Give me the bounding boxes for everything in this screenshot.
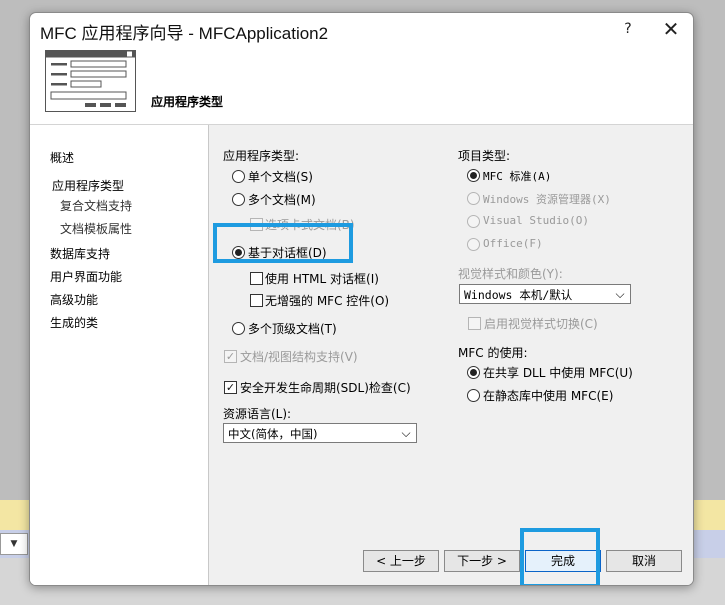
- ide-dropdown-arrow-icon[interactable]: ▼: [0, 533, 28, 555]
- nav-item-compound-doc[interactable]: 复合文档支持: [60, 197, 132, 214]
- nav-item-doc-template[interactable]: 文档模板属性: [60, 220, 132, 237]
- radio-multi-top-level-label[interactable]: 多个顶级文档(T): [248, 320, 337, 337]
- radio-shared-dll[interactable]: [467, 366, 480, 379]
- radio-office-label: Office(F): [483, 237, 543, 250]
- checkbox-no-mfc-controls[interactable]: [250, 294, 263, 307]
- visual-style-value: Windows 本机/默认: [464, 288, 573, 302]
- radio-windows-explorer-label: Windows 资源管理器(X): [483, 193, 611, 206]
- radio-visual-studio[interactable]: [467, 215, 480, 228]
- sdl-label[interactable]: 安全开发生命周期(SDL)检查(C): [240, 379, 411, 396]
- nav-item-overview[interactable]: 概述: [50, 149, 74, 166]
- nav-item-generated-classes[interactable]: 生成的类: [50, 314, 98, 331]
- chevron-down-icon: ⌵: [615, 287, 625, 301]
- tabbed-docs-label: 选项卡式文档(B): [265, 218, 355, 232]
- html-dialog-label[interactable]: 使用 HTML 对话框(I): [265, 270, 379, 287]
- radio-dialog-based-label[interactable]: 基于对话框(D): [248, 244, 327, 261]
- wizard-nav: 概述 应用程序类型 复合文档支持 文档模板属性 数据库支持 用户界面功能 高级功…: [30, 125, 209, 585]
- no-mfc-controls-label[interactable]: 无增强的 MFC 控件(O): [265, 292, 389, 309]
- checkbox-enable-style-switch[interactable]: [468, 317, 481, 330]
- nav-item-app-type[interactable]: 应用程序类型: [52, 177, 124, 194]
- checkbox-doc-view[interactable]: ✓: [224, 350, 237, 363]
- project-type-label: 项目类型:: [458, 149, 511, 163]
- radio-dialog-based[interactable]: [232, 246, 245, 259]
- resource-language-select[interactable]: 中文(简体，中国) ⌵: [223, 423, 417, 443]
- visual-style-select[interactable]: Windows 本机/默认 ⌵: [459, 284, 631, 304]
- wizard-banner: 应用程序类型: [30, 46, 693, 124]
- radio-multi-top-level[interactable]: [232, 322, 245, 335]
- nav-item-advanced[interactable]: 高级功能: [50, 291, 98, 308]
- page-heading: 应用程序类型: [151, 95, 224, 109]
- radio-static-lib-label[interactable]: 在静态库中使用 MFC(E): [483, 387, 613, 404]
- enable-style-switch-label: 启用视觉样式切换(C): [484, 317, 598, 331]
- resource-language-value: 中文(简体，中国): [228, 427, 318, 441]
- radio-windows-explorer[interactable]: [467, 192, 480, 205]
- radio-mfc-standard[interactable]: [467, 169, 480, 182]
- checkbox-tabbed-docs[interactable]: [250, 218, 263, 231]
- radio-static-lib[interactable]: [467, 389, 480, 402]
- radio-multi-doc-label[interactable]: 多个文档(M): [248, 191, 316, 208]
- radio-mfc-standard-label[interactable]: MFC 标准(A): [483, 168, 551, 184]
- dialog-title: MFC 应用程序向导 - MFCApplication2: [40, 24, 329, 43]
- radio-office[interactable]: [467, 238, 480, 251]
- visual-style-label: 视觉样式和颜色(Y):: [458, 267, 563, 281]
- radio-single-doc[interactable]: [232, 170, 245, 183]
- finish-button[interactable]: 完成: [525, 550, 601, 572]
- radio-single-doc-label[interactable]: 单个文档(S): [248, 168, 313, 185]
- doc-view-label: 文档/视图结构支持(V): [240, 350, 358, 364]
- resource-language-label: 资源语言(L):: [223, 407, 292, 421]
- checkbox-html-dialog[interactable]: [250, 272, 263, 285]
- close-button[interactable]: ✕: [658, 16, 684, 42]
- app-type-label: 应用程序类型:: [223, 149, 300, 163]
- prev-button[interactable]: < 上一步: [363, 550, 439, 572]
- radio-shared-dll-label[interactable]: 在共享 DLL 中使用 MFC(U): [483, 364, 633, 381]
- mfc-use-label: MFC 的使用:: [458, 346, 528, 360]
- dialog-titlebar: MFC 应用程序向导 - MFCApplication2 ? ✕: [30, 13, 693, 46]
- help-button[interactable]: ?: [615, 16, 641, 42]
- wizard-body: 概述 应用程序类型 复合文档支持 文档模板属性 数据库支持 用户界面功能 高级功…: [30, 124, 693, 585]
- nav-item-ui-features[interactable]: 用户界面功能: [50, 268, 122, 285]
- radio-multi-doc[interactable]: [232, 193, 245, 206]
- chevron-down-icon: ⌵: [401, 426, 411, 440]
- radio-visual-studio-label: Visual Studio(O): [483, 214, 589, 227]
- nav-item-database[interactable]: 数据库支持: [50, 245, 110, 262]
- checkbox-sdl[interactable]: ✓: [224, 381, 237, 394]
- next-button[interactable]: 下一步 >: [444, 550, 520, 572]
- dialog-template-icon: [45, 50, 136, 112]
- mfc-wizard-dialog: MFC 应用程序向导 - MFCApplication2 ? ✕ 应用程序类型 …: [29, 12, 694, 586]
- cancel-button[interactable]: 取消: [606, 550, 682, 572]
